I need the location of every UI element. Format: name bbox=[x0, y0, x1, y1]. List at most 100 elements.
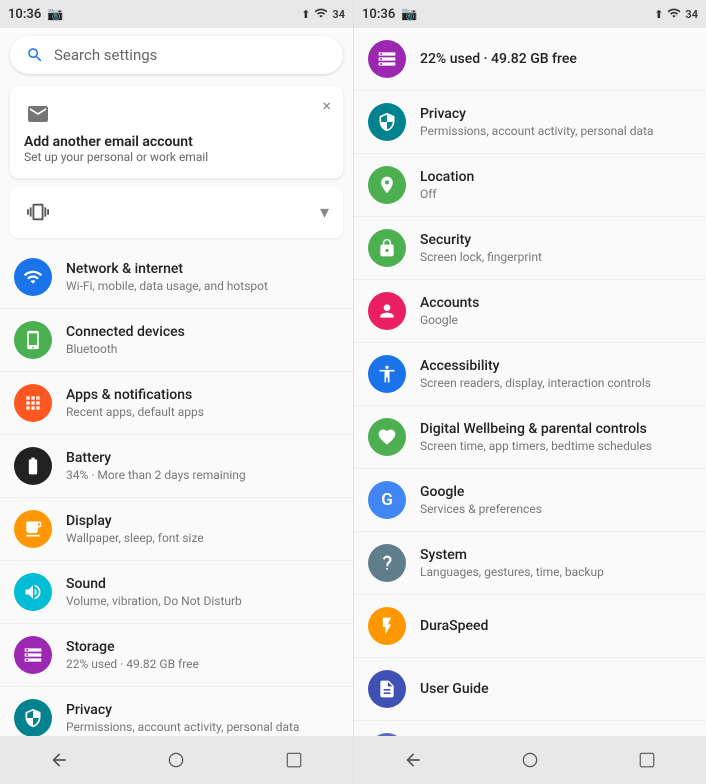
battery-icon-circle bbox=[14, 447, 52, 485]
right-accounts-title: Accounts bbox=[420, 294, 479, 312]
setting-item-storage[interactable]: Storage 22% used · 49.82 GB free bbox=[0, 624, 353, 687]
right-setting-privacy[interactable]: Privacy Permissions, account activity, p… bbox=[354, 91, 706, 154]
setting-item-connected[interactable]: Connected devices Bluetooth bbox=[0, 309, 353, 372]
email-card-subtitle: Set up your personal or work email bbox=[24, 150, 329, 164]
email-card-header bbox=[24, 100, 329, 128]
right-security-sub: Screen lock, fingerprint bbox=[420, 250, 542, 266]
right-wellbeing-sub: Screen time, app timers, bedtime schedul… bbox=[420, 439, 652, 455]
email-card-close-button[interactable]: × bbox=[322, 96, 331, 115]
right-location-texts: Location Off bbox=[420, 168, 474, 203]
right-privacy-title: Privacy bbox=[420, 105, 653, 123]
network-title: Network & internet bbox=[66, 260, 268, 278]
right-setting-storage-top[interactable]: 22% used · 49.82 GB free bbox=[354, 28, 706, 91]
setting-item-privacy[interactable]: Privacy Permissions, account activity, p… bbox=[0, 687, 353, 736]
right-setting-userguide[interactable]: User Guide bbox=[354, 658, 706, 721]
display-texts: Display Wallpaper, sleep, font size bbox=[66, 512, 204, 547]
right-accounts-sub: Google bbox=[420, 313, 479, 329]
right-wellbeing-icon bbox=[368, 418, 406, 456]
right-status-bar: 10:36 📷 ⬆ 34 bbox=[354, 0, 706, 28]
search-bar-container: Search settings bbox=[0, 28, 353, 82]
right-security-icon bbox=[368, 229, 406, 267]
right-status-icons: ⬆ 34 bbox=[654, 6, 698, 23]
sound-sub: Volume, vibration, Do Not Disturb bbox=[66, 594, 242, 610]
privacy-texts: Privacy Permissions, account activity, p… bbox=[66, 701, 299, 736]
right-storage-top-icon bbox=[368, 40, 406, 78]
right-setting-google[interactable]: G Google Services & preferences bbox=[354, 469, 706, 532]
setting-item-battery[interactable]: Battery 34% · More than 2 days remaining bbox=[0, 435, 353, 498]
right-duraspeed-title: DuraSpeed bbox=[420, 617, 488, 635]
apps-sub: Recent apps, default apps bbox=[66, 405, 204, 421]
right-setting-location[interactable]: Location Off bbox=[354, 154, 706, 217]
privacy-title: Privacy bbox=[66, 701, 299, 719]
battery-texts: Battery 34% · More than 2 days remaining bbox=[66, 449, 246, 484]
right-privacy-icon bbox=[368, 103, 406, 141]
right-recents-button[interactable] bbox=[627, 740, 667, 780]
sound-title: Sound bbox=[66, 575, 242, 593]
right-google-texts: Google Services & preferences bbox=[420, 483, 542, 518]
left-panel: 10:36 📷 ⬆ 34 Search settings × bbox=[0, 0, 353, 784]
battery-sub: 34% · More than 2 days remaining bbox=[66, 468, 246, 484]
left-back-button[interactable] bbox=[39, 740, 79, 780]
apps-texts: Apps & notifications Recent apps, defaul… bbox=[66, 386, 204, 421]
right-time: 10:36 bbox=[362, 7, 395, 22]
left-settings-list: Network & internet Wi-Fi, mobile, data u… bbox=[0, 246, 353, 736]
right-wellbeing-texts: Digital Wellbeing & parental controls Sc… bbox=[420, 420, 652, 455]
right-setting-accounts[interactable]: Accounts Google bbox=[354, 280, 706, 343]
network-texts: Network & internet Wi-Fi, mobile, data u… bbox=[66, 260, 268, 295]
right-google-sub: Services & preferences bbox=[420, 502, 542, 518]
right-duraspeed-icon bbox=[368, 607, 406, 645]
email-card[interactable]: × Add another email account Set up your … bbox=[10, 86, 343, 178]
setting-item-display[interactable]: Display Wallpaper, sleep, font size bbox=[0, 498, 353, 561]
right-privacy-sub: Permissions, account activity, personal … bbox=[420, 124, 653, 140]
right-bottom-nav bbox=[354, 736, 706, 784]
right-userguide-title: User Guide bbox=[420, 680, 489, 698]
left-battery-icon: 34 bbox=[332, 8, 345, 21]
search-input-label: Search settings bbox=[54, 46, 157, 64]
right-home-button[interactable] bbox=[510, 740, 550, 780]
right-accessibility-icon bbox=[368, 355, 406, 393]
left-home-button[interactable] bbox=[156, 740, 196, 780]
right-userguide-texts: User Guide bbox=[420, 680, 489, 698]
display-title: Display bbox=[66, 512, 204, 530]
right-duraspeed-texts: DuraSpeed bbox=[420, 617, 488, 635]
left-status-bar: 10:36 📷 ⬆ 34 bbox=[0, 0, 353, 28]
connected-title: Connected devices bbox=[66, 323, 185, 341]
connected-texts: Connected devices Bluetooth bbox=[66, 323, 185, 358]
privacy-icon-circle bbox=[14, 699, 52, 736]
privacy-sub: Permissions, account activity, personal … bbox=[66, 720, 299, 736]
vibrate-icon bbox=[24, 198, 52, 226]
right-accessibility-title: Accessibility bbox=[420, 357, 651, 375]
right-google-title: Google bbox=[420, 483, 542, 501]
network-sub: Wi-Fi, mobile, data usage, and hotspot bbox=[66, 279, 268, 295]
left-bottom-nav bbox=[0, 736, 353, 784]
gmail-icon bbox=[24, 100, 52, 128]
right-setting-security[interactable]: Security Screen lock, fingerprint bbox=[354, 217, 706, 280]
setting-item-apps[interactable]: Apps & notifications Recent apps, defaul… bbox=[0, 372, 353, 435]
apps-title: Apps & notifications bbox=[66, 386, 204, 404]
right-setting-system[interactable]: System Languages, gestures, time, backup bbox=[354, 532, 706, 595]
right-setting-accessibility[interactable]: Accessibility Screen readers, display, i… bbox=[354, 343, 706, 406]
right-accessibility-sub: Screen readers, display, interaction con… bbox=[420, 376, 651, 392]
right-google-icon: G bbox=[368, 481, 406, 519]
setting-item-sound[interactable]: Sound Volume, vibration, Do Not Disturb bbox=[0, 561, 353, 624]
right-system-sub: Languages, gestures, time, backup bbox=[420, 565, 604, 581]
storage-title: Storage bbox=[66, 638, 199, 656]
search-bar[interactable]: Search settings bbox=[10, 36, 343, 74]
connected-sub: Bluetooth bbox=[66, 342, 185, 358]
left-time: 10:36 bbox=[8, 7, 41, 22]
right-storage-top-texts: 22% used · 49.82 GB free bbox=[420, 50, 577, 68]
right-panel: 10:36 📷 ⬆ 34 22% used · 49.82 GB free bbox=[353, 0, 706, 784]
network-icon-circle bbox=[14, 258, 52, 296]
vibrate-card[interactable]: ▾ bbox=[10, 186, 343, 238]
left-recents-button[interactable] bbox=[274, 740, 314, 780]
display-icon-circle bbox=[14, 510, 52, 548]
right-setting-duraspeed[interactable]: DuraSpeed bbox=[354, 595, 706, 658]
right-setting-wellbeing[interactable]: Digital Wellbeing & parental controls Sc… bbox=[354, 406, 706, 469]
right-userguide-icon bbox=[368, 670, 406, 708]
storage-texts: Storage 22% used · 49.82 GB free bbox=[66, 638, 199, 673]
setting-item-network[interactable]: Network & internet Wi-Fi, mobile, data u… bbox=[0, 246, 353, 309]
right-back-button[interactable] bbox=[393, 740, 433, 780]
right-setting-aboutphone[interactable]: About phone IN1b bbox=[354, 721, 706, 736]
right-system-texts: System Languages, gestures, time, backup bbox=[420, 546, 604, 581]
left-arrow-up-icon: ⬆ bbox=[301, 8, 310, 21]
